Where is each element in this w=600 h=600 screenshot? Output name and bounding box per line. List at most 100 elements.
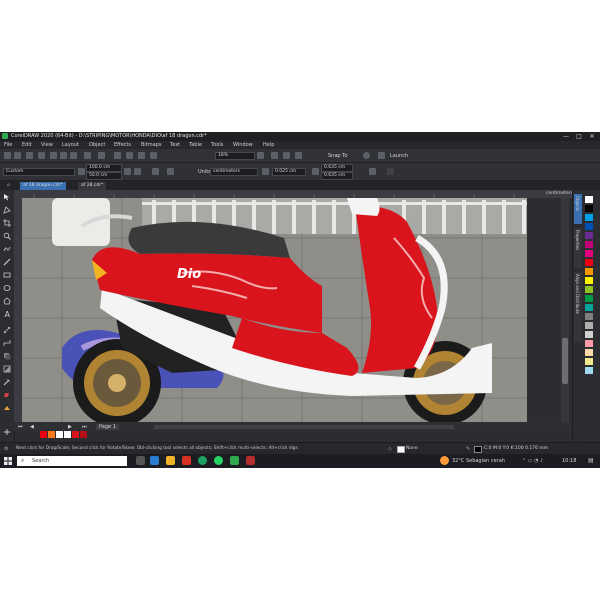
all-pages-icon[interactable] <box>152 168 159 175</box>
menu-file[interactable]: File <box>4 142 12 148</box>
palette-swatch[interactable] <box>585 331 593 338</box>
palette-swatch[interactable] <box>585 295 593 302</box>
menu-window[interactable]: Window <box>233 142 253 148</box>
palette-swatch[interactable] <box>585 277 593 284</box>
publish-pdf-icon[interactable] <box>150 152 157 159</box>
docker-tab-properties[interactable]: Properties <box>574 228 582 268</box>
zoom-tool-icon[interactable] <box>3 232 11 240</box>
duplicate-x-field[interactable]: 0.635 cm <box>321 164 353 172</box>
clock-time[interactable]: 10:18 <box>562 458 576 464</box>
interactive-fill-icon[interactable] <box>3 391 11 399</box>
page-prev-icon[interactable]: ◀ <box>30 424 34 430</box>
duplicate-y-field[interactable]: 0.635 cm <box>321 172 353 180</box>
tab-af-28[interactable]: af 28.cdr* <box>78 182 107 190</box>
docker-tab-objects[interactable]: Objects <box>574 194 582 224</box>
launch-dropdown[interactable]: Launch <box>390 153 408 159</box>
document-palette-swatch[interactable] <box>40 431 47 438</box>
add-icon[interactable] <box>387 168 394 175</box>
palette-swatch[interactable] <box>585 214 593 221</box>
artistic-media-icon[interactable] <box>3 258 11 266</box>
document-palette-swatch[interactable] <box>48 431 55 438</box>
page-first-icon[interactable]: ⏮ <box>18 424 23 430</box>
tray-icons[interactable]: ⌃ ▭ ◔ ♪ <box>522 458 543 464</box>
notifications-icon[interactable]: ▤ <box>588 457 594 464</box>
smart-fill-icon[interactable] <box>3 404 11 412</box>
menu-tools[interactable]: Tools <box>211 142 223 148</box>
palette-swatch[interactable] <box>585 223 593 230</box>
export-icon[interactable] <box>138 152 145 159</box>
task-view-icon[interactable] <box>136 456 145 465</box>
weather-text[interactable]: 32°C Sebagian cerah <box>452 458 505 464</box>
palette-swatch[interactable] <box>585 205 593 212</box>
menu-table[interactable]: Table <box>189 142 202 148</box>
vertical-scrollbar-thumb[interactable] <box>562 338 568 384</box>
horizontal-ruler[interactable]: centimeters <box>14 190 573 198</box>
save-icon[interactable] <box>26 152 33 159</box>
show-rulers-icon[interactable] <box>271 152 278 159</box>
vertical-ruler[interactable] <box>14 198 22 422</box>
show-guidelines-icon[interactable] <box>295 152 302 159</box>
search-content-icon[interactable] <box>114 152 121 159</box>
nudge-distance-field[interactable]: 0.025 cm <box>272 168 306 176</box>
connector-tool-icon[interactable] <box>3 339 11 347</box>
menu-help[interactable]: Help <box>263 142 274 148</box>
menu-object[interactable]: Object <box>89 142 105 148</box>
add-tool-icon[interactable] <box>3 428 11 436</box>
home-tab-icon[interactable]: ⌂ <box>4 182 13 190</box>
palette-swatch[interactable] <box>585 286 593 293</box>
palette-swatch[interactable] <box>585 367 593 374</box>
minimize-button[interactable]: — <box>560 132 572 141</box>
full-screen-icon[interactable] <box>257 152 264 159</box>
ellipse-tool-icon[interactable] <box>3 284 11 292</box>
portrait-icon[interactable] <box>124 168 131 175</box>
horizontal-scrollbar[interactable] <box>154 425 454 429</box>
current-page-icon[interactable] <box>167 168 174 175</box>
palette-swatch[interactable] <box>585 313 593 320</box>
document-palette-swatch[interactable] <box>80 431 87 438</box>
menu-effects[interactable]: Effects <box>114 142 131 148</box>
drawing-canvas[interactable]: Dio <box>22 198 527 422</box>
menu-bitmaps[interactable]: Bitmaps <box>141 142 162 148</box>
copy-icon[interactable] <box>60 152 67 159</box>
units-dropdown[interactable]: centimeters <box>210 168 258 176</box>
edge-browser-icon[interactable] <box>150 456 159 465</box>
docker-tab-align-distribute[interactable]: Align and Distribute <box>574 272 582 342</box>
text-tool-icon[interactable]: A <box>3 310 11 318</box>
palette-swatch[interactable] <box>585 268 593 275</box>
palette-swatch[interactable] <box>585 196 593 203</box>
status-gear-icon[interactable]: ⚙ <box>4 446 8 452</box>
drop-shadow-icon[interactable] <box>3 352 11 360</box>
snap-to-dropdown[interactable]: Snap To <box>328 153 347 159</box>
zoom-level-field[interactable]: 18% <box>215 152 255 160</box>
redo-icon[interactable] <box>98 152 105 159</box>
file-explorer-icon[interactable] <box>166 456 175 465</box>
outline-pen-icon[interactable]: ✎ <box>466 446 470 452</box>
eyedropper-tool-icon[interactable] <box>3 378 11 386</box>
page-width-field[interactable]: 100.0 cm <box>86 164 122 172</box>
polygon-tool-icon[interactable] <box>3 297 11 305</box>
scooter-artwork[interactable]: Dio <box>22 198 527 422</box>
paste-icon[interactable] <box>70 152 77 159</box>
menu-edit[interactable]: Edit <box>22 142 32 148</box>
menu-layout[interactable]: Layout <box>62 142 79 148</box>
landscape-icon[interactable] <box>134 168 141 175</box>
fill-indicator-icon[interactable]: ◇ <box>388 446 392 452</box>
page-size-dropdown[interactable]: Custom <box>3 168 75 176</box>
menu-view[interactable]: View <box>41 142 53 148</box>
palette-swatch[interactable] <box>585 241 593 248</box>
pick-tool-icon[interactable] <box>3 193 11 201</box>
edit-bleed-icon[interactable] <box>369 168 376 175</box>
chrome-icon[interactable] <box>198 456 207 465</box>
palette-swatch[interactable] <box>585 340 593 347</box>
app-dark-red-icon[interactable] <box>246 456 255 465</box>
palette-swatch[interactable] <box>585 259 593 266</box>
print-icon[interactable] <box>38 152 45 159</box>
palette-swatch[interactable] <box>585 232 593 239</box>
menu-text[interactable]: Text <box>170 142 180 148</box>
windows-start-icon[interactable] <box>4 457 12 465</box>
palette-swatch[interactable] <box>585 349 593 356</box>
open-icon[interactable] <box>14 152 21 159</box>
coreldraw-taskbar-icon[interactable] <box>230 456 239 465</box>
parallel-dimension-icon[interactable] <box>3 326 11 334</box>
taskbar-search-box[interactable]: ⌕ Search <box>17 456 127 466</box>
